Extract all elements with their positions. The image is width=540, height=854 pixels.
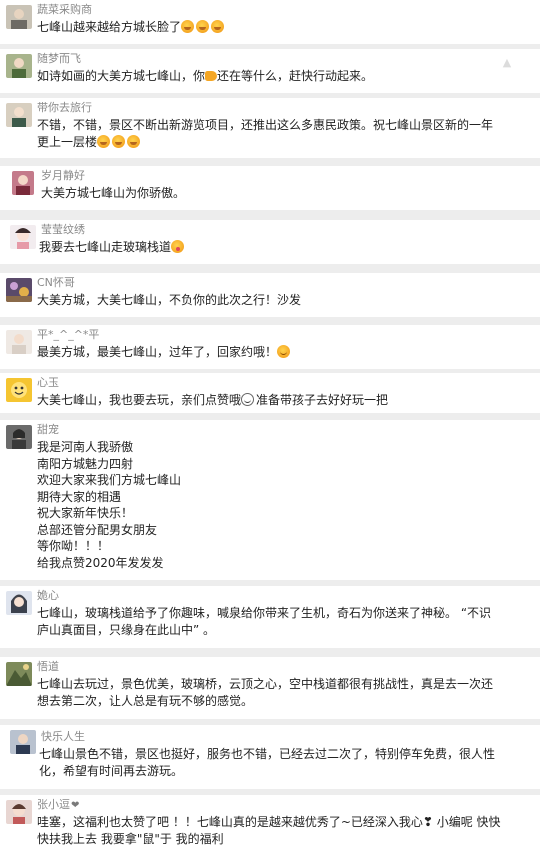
username[interactable]: 随梦而飞 xyxy=(37,52,81,66)
comment-line: 祝大家新年快乐！ xyxy=(37,506,134,520)
avatar[interactable] xyxy=(6,54,32,78)
avatar[interactable] xyxy=(6,5,32,29)
comment-line: 大美方城七峰山为你骄傲。 xyxy=(41,186,186,200)
comment-line: 如诗如画的大美方城七峰山，你 xyxy=(37,69,206,83)
comment-card: 岁月静好 大美方城七峰山为你骄傲。 xyxy=(0,166,540,210)
comment-line: 七峰山去玩过，景色优美，玻璃桥，云顶之心，空中栈道都很有挑战性，真是去一次还 xyxy=(37,677,494,691)
comment-line: 我要去七峰山走玻璃栈道 xyxy=(39,240,172,254)
comment-card: 快乐人生 七峰山景色不错，景区也挺好，服务也不错，已经去过二次了，特别停车免费，… xyxy=(0,725,540,789)
comment-card: CN怀哥 大美方城，大美七峰山，不负你的此次之行！沙发 xyxy=(0,273,540,317)
comment-line: 不错，不错，景区不断出新游览项目，还推出这么多惠民政策。祝七峰山景区新的一年 xyxy=(37,118,494,132)
username[interactable]: CN怀哥 xyxy=(37,276,75,290)
comment-line: 庐山真面目，只缘身在此山中” 。 xyxy=(37,622,216,637)
laugh-cry-emoji-icon xyxy=(196,20,210,33)
comment-line: 准备带孩子去好好玩一把 xyxy=(256,393,389,407)
comment-card: 心玉 大美七峰山，我也要去玩，亲们点赞哦 准备带孩子去好好玩一把 xyxy=(0,373,540,413)
comment-line: 七峰山，玻璃栈道给予了你趣味，喊泉给你带来了生机，奇石为你送来了神秘。 “不识 xyxy=(37,606,492,620)
comment-line: 总部还管分配男女朋友 xyxy=(37,522,158,537)
laugh-cry-emoji-icon xyxy=(211,20,225,33)
comment-line: 我是河南人我骄傲 xyxy=(37,440,134,454)
comment-text: 七峰山去玩过，景色优美，玻璃桥，云顶之心，空中栈道都很有挑战性，真是去一次还 想… xyxy=(37,676,534,709)
comment-text: 最美方城，最美七峰山，过年了，回家约哦！ xyxy=(37,344,532,361)
comment-card: 悟道 七峰山去玩过，景色优美，玻璃桥，云顶之心，空中栈道都很有挑战性，真是去一次… xyxy=(0,657,540,719)
comment-line: 七峰山景色不错，景区也挺好，服务也不错，已经去过二次了，特别停车免费，很人性 xyxy=(39,747,496,761)
smile-emoji-icon xyxy=(277,345,291,358)
comment-text: 七峰山，玻璃栈道给予了你趣味，喊泉给你带来了生机，奇石为你送来了神秘。 “不识 … xyxy=(37,605,534,638)
comment-text: 不错，不错，景区不断出新游览项目，还推出这么多惠民政策。祝七峰山景区新的一年 更… xyxy=(37,117,534,150)
comment-line: 最美方城，最美七峰山，过年了，回家约哦！ xyxy=(37,345,278,359)
comment-card: 随梦而飞 如诗如画的大美方城七峰山，你 还在等什么，赶快行动起来。 ▲ xyxy=(0,49,540,93)
comment-text: 我是河南人我骄傲 南阳方城魅力四射 欢迎大家来我们方城七峰山 期待大家的相遇 祝… xyxy=(37,439,532,571)
comment-line: 南阳方城魅力四射 xyxy=(37,456,134,471)
username[interactable]: 悟道 xyxy=(37,660,59,674)
comment-card: 带你去旅行 不错，不错，景区不断出新游览项目，还推出这么多惠民政策。祝七峰山景区… xyxy=(0,98,540,158)
comment-line: 还在等什么，赶快行动起来。 xyxy=(217,69,374,83)
avatar[interactable] xyxy=(10,225,36,249)
heart-icon: ❤ xyxy=(71,800,80,811)
comment-line: 化，希望有时间再去游玩。 xyxy=(39,763,184,778)
comment-text: 七峰山越来越给方城长脸了 xyxy=(37,19,532,36)
comment-line: 哇塞，这福利也太赞了吧 ！！七峰山真的是越来越优秀了~已经深入我心❣ 小编呢 快… xyxy=(37,815,501,829)
avatar[interactable] xyxy=(6,662,32,686)
comment-line: 大美七峰山，我也要去玩，亲们点赞哦 xyxy=(37,393,242,407)
pointing-hand-emoji-icon xyxy=(205,71,218,81)
comment-text: 如诗如画的大美方城七峰山，你 还在等什么，赶快行动起来。 xyxy=(37,68,532,85)
comment-line: 欢迎大家来我们方城七峰山 xyxy=(37,473,182,487)
comment-card: 蔬菜采购商 七峰山越来越给方城长脸了 xyxy=(0,0,540,44)
comment-card: 甜宠 我是河南人我骄傲 南阳方城魅力四射 欢迎大家来我们方城七峰山 期待大家的相… xyxy=(0,420,540,580)
comment-feed: 蔬菜采购商 七峰山越来越给方城长脸了 随梦而飞 如诗如画的大美方城七峰山，你 还在… xyxy=(0,0,540,854)
laugh-cry-emoji-icon xyxy=(112,134,126,148)
comment-text: 大美方城，大美七峰山，不负你的此次之行！沙发 xyxy=(37,292,532,309)
username[interactable]: 岁月静好 xyxy=(41,169,85,183)
laugh-cry-emoji-icon xyxy=(181,20,195,33)
username[interactable]: 甜宠 xyxy=(37,423,59,437)
username[interactable]: 莹莹纹绣 xyxy=(41,223,85,237)
avatar[interactable] xyxy=(12,171,34,195)
comment-text: 七峰山景色不错，景区也挺好，服务也不错，已经去过二次了，特别停车免费，很人性 化… xyxy=(39,746,534,779)
avatar[interactable] xyxy=(6,425,32,449)
laugh-cry-emoji-icon xyxy=(127,134,141,148)
comment-line: 想去第二次，让人总是有玩不够的感觉。 xyxy=(37,693,254,708)
username[interactable]: 带你去旅行 xyxy=(37,101,92,115)
avatar[interactable] xyxy=(6,800,32,824)
username[interactable]: 蔬菜采购商 xyxy=(37,3,92,17)
username[interactable]: 姽心 xyxy=(37,589,59,603)
avatar[interactable] xyxy=(10,730,36,754)
comment-line: 七峰山越来越给方城长脸了 xyxy=(37,20,182,34)
comment-card: 莹莹纹绣 我要去七峰山走玻璃栈道 xyxy=(0,220,540,264)
avatar[interactable] xyxy=(6,278,32,302)
username[interactable]: 快乐人生 xyxy=(41,730,85,744)
comment-card: 姽心 七峰山，玻璃栈道给予了你趣味，喊泉给你带来了生机，奇石为你送来了神秘。 “… xyxy=(0,586,540,648)
avatar[interactable] xyxy=(6,103,32,127)
comment-line: 给我点赞2020年发发发 xyxy=(37,555,164,570)
comment-line: 大美方城，大美七峰山，不负你的此次之行！沙发 xyxy=(37,293,302,307)
username[interactable]: 平*_^_^*平 xyxy=(37,328,99,342)
comment-line: 更上一层楼 xyxy=(37,134,98,149)
avatar[interactable] xyxy=(6,591,32,615)
comment-line: 快扶我上去 我要拿"鼠"于 我的福利 xyxy=(37,831,224,846)
username[interactable]: 心玉 xyxy=(37,376,59,390)
comment-line: 期待大家的相遇 xyxy=(37,489,122,504)
comment-line: 等你呦！！！ xyxy=(37,539,110,553)
comment-text: 哇塞，这福利也太赞了吧 ！！七峰山真的是越来越优秀了~已经深入我心❣ 小编呢 快… xyxy=(37,814,534,847)
wink-tongue-emoji-icon xyxy=(171,240,185,253)
avatar[interactable] xyxy=(6,330,32,354)
comment-text: 大美七峰山，我也要去玩，亲们点赞哦 准备带孩子去好好玩一把 xyxy=(37,392,532,409)
comment-card: 平*_^_^*平 最美方城，最美七峰山，过年了，回家约哦！ xyxy=(0,325,540,369)
avatar[interactable] xyxy=(6,378,32,402)
username[interactable]: 张小逗❤ xyxy=(37,798,79,813)
comment-text: 大美方城七峰山为你骄傲。 xyxy=(41,185,532,202)
smile-outline-emoji-icon xyxy=(241,393,255,406)
like-icon[interactable]: ▲ xyxy=(500,57,514,69)
laugh-cry-emoji-icon xyxy=(97,134,111,148)
comment-text: 我要去七峰山走玻璃栈道 xyxy=(39,239,532,256)
comment-card: 张小逗❤ 哇塞，这福利也太赞了吧 ！！七峰山真的是越来越优秀了~已经深入我心❣ … xyxy=(0,795,540,854)
